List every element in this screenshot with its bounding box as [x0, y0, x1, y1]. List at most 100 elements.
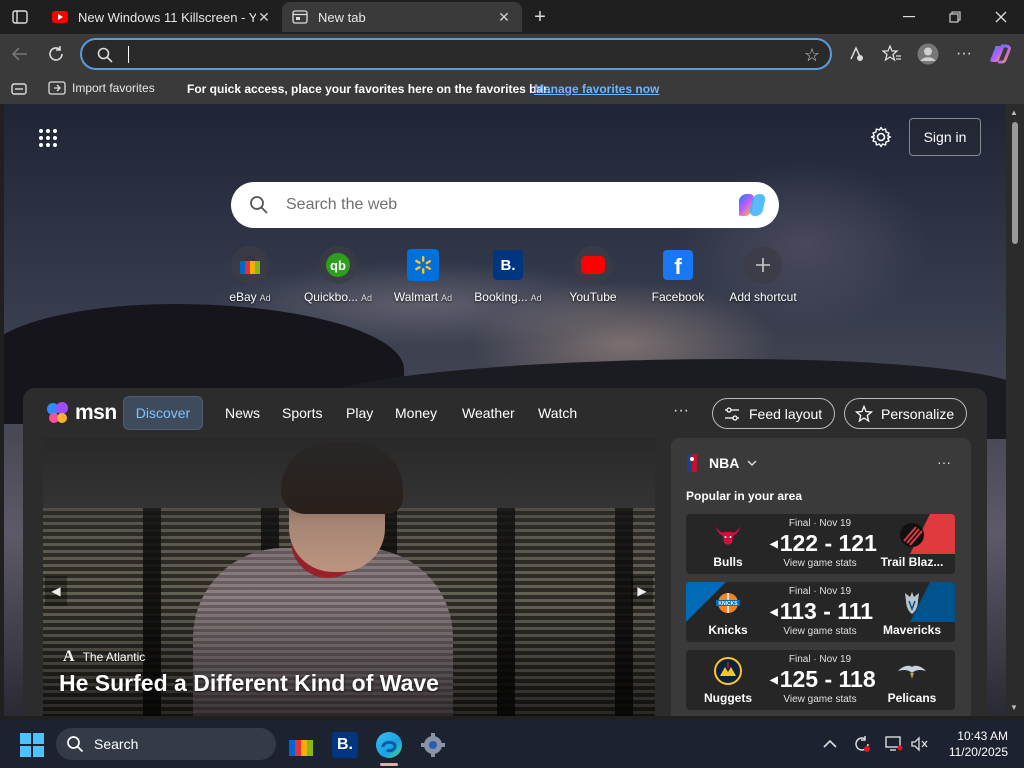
game-card[interactable]: Nuggets Final · Nov 19 ◀125 - 118 View g…	[686, 650, 955, 710]
new-tab-button[interactable]: +	[528, 5, 552, 29]
favorite-star-icon[interactable]: ☆	[802, 45, 822, 65]
taskbar-search[interactable]: Search	[56, 728, 276, 760]
game-score: ◀125 - 118	[770, 666, 876, 692]
app-launcher-icon[interactable]	[38, 128, 58, 148]
story-source[interactable]: A The Atlantic	[63, 648, 145, 666]
shortcut-label: Booking... Ad	[474, 290, 542, 304]
browser-toolbar: ☆ ···	[0, 34, 1024, 74]
minimize-button[interactable]	[886, 0, 932, 34]
import-favorites-button[interactable]: Import favorites	[48, 80, 155, 96]
hero-story[interactable]: ◀ ▶ A The Atlantic He Surfed a Different…	[43, 438, 655, 716]
back-button[interactable]	[6, 40, 34, 68]
add-shortcut-button[interactable]: Add shortcut	[721, 246, 805, 304]
source-name: The Atlantic	[82, 650, 146, 664]
taskbar-app-settings[interactable]	[418, 730, 448, 760]
team-name: Pelicans	[887, 691, 937, 705]
address-input[interactable]	[126, 43, 776, 65]
view-game-stats-link[interactable]: View game stats	[770, 694, 870, 705]
team-name: Bulls	[713, 555, 743, 569]
game-card[interactable]: KNICKS Knicks Final · Nov 19 ◀113 - 111 …	[686, 582, 955, 642]
carousel-prev-button[interactable]: ◀	[45, 576, 67, 606]
tab-watch[interactable]: Watch	[538, 405, 577, 421]
game-card[interactable]: Bulls Final · Nov 19 ◀122 - 121 View gam…	[686, 514, 955, 574]
scroll-up-icon[interactable]: ▲	[1010, 108, 1018, 117]
story-headline[interactable]: He Surfed a Different Kind of Wave	[59, 670, 439, 697]
personalize-button[interactable]: Personalize	[844, 398, 968, 429]
refresh-button[interactable]	[42, 40, 70, 68]
address-bar[interactable]: ☆	[80, 38, 832, 70]
tab-sports[interactable]: Sports	[282, 405, 322, 421]
copilot-icon[interactable]	[739, 191, 769, 219]
taskbar-app-edge[interactable]	[374, 730, 404, 766]
taskbar: Search B. 10:43 AM 11/20/2025	[0, 720, 1024, 768]
tab-play[interactable]: Play	[346, 405, 373, 421]
nav-more-button[interactable]: ···	[673, 402, 689, 420]
close-window-button[interactable]	[978, 0, 1024, 34]
tab-close-icon[interactable]: ✕	[496, 9, 512, 25]
settings-and-more-button[interactable]: ···	[950, 40, 978, 68]
tray-overflow-chevron-icon[interactable]	[820, 734, 840, 754]
sync-icon[interactable]	[852, 734, 872, 754]
taskbar-app-ebay[interactable]	[286, 730, 316, 760]
tab-actions-icon	[12, 10, 28, 24]
restore-button[interactable]	[932, 0, 978, 34]
clock-time: 10:43 AM	[957, 729, 1008, 743]
nuggets-logo-icon	[712, 656, 744, 686]
shortcut-youtube[interactable]: YouTube	[551, 246, 635, 304]
tab-money[interactable]: Money	[395, 405, 437, 421]
tab-discover[interactable]: Discover	[123, 396, 203, 430]
msn-logo[interactable]: msn	[45, 400, 117, 426]
read-aloud-button[interactable]	[842, 40, 870, 68]
facebook-icon: f	[663, 250, 693, 280]
favorites-button[interactable]	[878, 40, 906, 68]
tab-close-icon[interactable]: ✕	[256, 9, 272, 25]
view-game-stats-link[interactable]: View game stats	[770, 558, 870, 569]
manage-favorites-link[interactable]: Manage favorites now	[534, 82, 659, 96]
team-away: Trail Blaz...	[870, 514, 955, 574]
sliders-icon	[725, 406, 739, 421]
taskbar-app-booking[interactable]: B.	[330, 730, 360, 760]
network-volume-icon[interactable]	[910, 734, 930, 754]
clock-date: 11/20/2025	[948, 745, 1008, 759]
favorites-hint: For quick access, place your favorites h…	[187, 82, 551, 96]
scroll-down-icon[interactable]: ▼	[1010, 703, 1018, 712]
shortcut-booking[interactable]: B. Booking... Ad	[466, 246, 550, 304]
copilot-button[interactable]	[986, 40, 1014, 68]
walmart-icon	[407, 249, 439, 281]
shortcut-ebay[interactable]: eBay Ad	[208, 246, 292, 304]
tab-new-tab[interactable]: New tab ✕	[282, 2, 522, 32]
display-icon[interactable]	[884, 734, 904, 754]
carousel-next-button[interactable]: ▶	[631, 576, 653, 606]
tab-youtube[interactable]: New Windows 11 Killscreen - YouTube ✕	[42, 2, 282, 32]
taskbar-clock[interactable]: 10:43 AM 11/20/2025	[942, 728, 1008, 760]
web-search-box[interactable]: Search the web	[231, 182, 779, 228]
import-icon	[48, 81, 66, 95]
team-name: Mavericks	[882, 623, 942, 637]
sign-in-button[interactable]: Sign in	[909, 118, 981, 156]
close-icon	[995, 11, 1007, 23]
restore-icon	[949, 11, 961, 23]
game-score-block: Final · Nov 19 ◀125 - 118 View game stat…	[770, 650, 876, 710]
tab-actions-button[interactable]	[8, 6, 32, 28]
profile-button[interactable]	[914, 40, 942, 68]
favorites-bar-icon[interactable]	[10, 81, 28, 97]
plus-icon	[744, 246, 782, 284]
view-game-stats-link[interactable]: View game stats	[770, 626, 870, 637]
copilot-icon	[990, 44, 1011, 64]
nba-league-selector[interactable]: NBA	[687, 454, 757, 472]
shortcut-quickbooks[interactable]: qb Quickbo... Ad	[296, 246, 380, 304]
import-favorites-label: Import favorites	[72, 81, 155, 95]
game-status: Final · Nov 19	[788, 518, 852, 529]
page-scrollbar[interactable]: ▲ ▼	[1006, 104, 1024, 716]
windows-start-icon[interactable]	[20, 733, 44, 757]
shortcut-walmart[interactable]: Walmart Ad	[381, 246, 465, 304]
tab-news[interactable]: News	[225, 405, 260, 421]
scrollbar-thumb[interactable]	[1012, 122, 1018, 244]
tab-weather[interactable]: Weather	[462, 405, 515, 421]
search-placeholder: Search the web	[286, 196, 398, 213]
knicks-logo-icon: KNICKS	[712, 588, 744, 618]
shortcut-facebook[interactable]: f Facebook	[636, 246, 720, 304]
nba-more-button[interactable]: ···	[937, 454, 951, 470]
page-settings-button[interactable]	[868, 124, 894, 150]
feed-layout-button[interactable]: Feed layout	[712, 398, 836, 429]
